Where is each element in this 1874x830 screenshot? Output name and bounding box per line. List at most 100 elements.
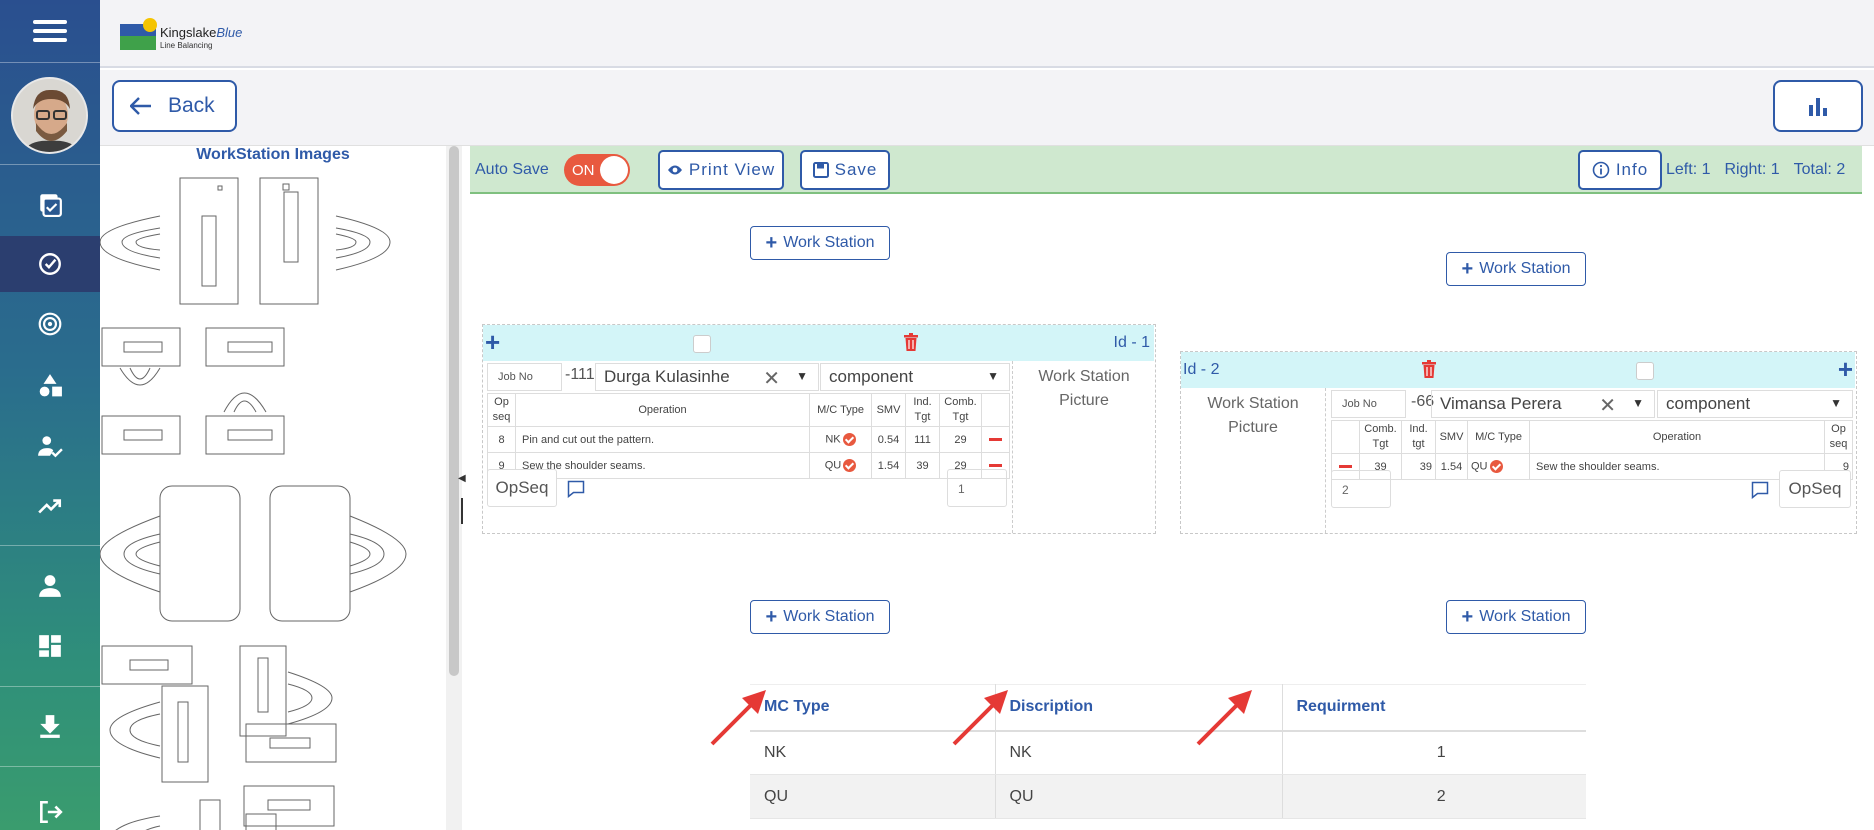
job-no-input[interactable]: Job No [487,363,562,391]
comment-icon[interactable] [1751,481,1769,499]
sidebar-item-clipboard[interactable] [0,176,100,232]
top-bar: KingslakeBlue Line Balancing [100,0,1874,68]
station-id: Id - 2 [1183,361,1220,378]
add-work-station-button[interactable]: + Work Station [750,226,890,260]
col-header-requirement: Requirment [1282,684,1586,732]
add-operation-icon[interactable]: + [485,327,500,358]
sidebar-item-download[interactable] [0,698,100,754]
check-icon[interactable] [842,433,856,446]
right-count: Right: 1 [1724,161,1780,178]
dropdown-icon[interactable]: ▼ [987,369,999,383]
opseq-button[interactable]: OpSeq [487,469,557,507]
annotation-arrow-icon [1196,690,1252,746]
select-checkbox[interactable] [693,335,711,353]
add-work-station-button[interactable]: + Work Station [1446,252,1586,286]
select-checkbox[interactable] [1636,362,1654,380]
remove-icon[interactable] [989,438,1002,441]
table-row[interactable]: 9 Sew the shoulder seams. QU 1.54 39 29 [487,452,1010,479]
floppy-icon [812,162,829,178]
operator-select[interactable]: Durga Kulasinhe ✕ ▼ [595,363,819,391]
clear-icon[interactable]: ✕ [763,366,780,391]
app-logo: KingslakeBlue Line Balancing [120,18,250,52]
table-row[interactable]: 8 Pin and cut out the pattern. NK 0.54 111… [487,426,1010,453]
dropdown-icon[interactable]: ▼ [1830,396,1842,410]
card-header: Id - 2 + [1181,352,1855,388]
annotation-arrow-icon [952,690,1008,746]
sidebar-item-dashboard[interactable] [0,618,100,674]
table-row[interactable]: 39 39 1.54 QU Sew the shoulder seams. 9 [1331,453,1853,480]
trash-icon[interactable] [903,333,919,351]
workstation-picture[interactable]: Work Station Picture [1181,388,1326,533]
plus-icon: + [1461,605,1474,628]
add-work-station-button[interactable]: + Work Station [750,600,890,634]
workstation-image-1 [100,177,391,305]
trash-icon[interactable] [1421,360,1437,378]
count-input[interactable]: 1 [947,469,1007,507]
info-icon [1592,161,1610,179]
target-icon [38,312,62,336]
action-bar: Back [100,70,1874,146]
comment-icon[interactable] [567,480,585,498]
component-select[interactable]: component ▼ [820,363,1010,391]
sidebar-item-check[interactable] [0,236,100,292]
auto-save-toggle[interactable]: ON [564,154,630,186]
info-button[interactable]: Info [1578,150,1662,190]
remove-icon[interactable] [1339,465,1352,468]
print-view-button[interactable]: Print View [658,150,784,190]
sidebar-item-trending[interactable] [0,478,100,534]
sidebar-item-shapes[interactable] [0,357,100,413]
table-row: QU QU 2 [750,774,1586,819]
arrow-left-icon [130,97,151,115]
main-content: Auto Save ON Print View Save Info Left: … [470,146,1874,830]
clear-icon[interactable]: ✕ [1599,393,1616,418]
avatar[interactable] [11,77,88,154]
station-id: Id - 1 [1113,334,1150,351]
check-icon[interactable] [1489,460,1503,473]
plus-icon: + [1461,257,1474,280]
save-button[interactable]: Save [800,150,890,190]
app-root: KingslakeBlue Line Balancing Back WorkSt… [0,0,1874,830]
job-suffix: -111 [565,366,595,383]
dropdown-icon[interactable]: ▼ [1632,396,1644,410]
menu-icon[interactable] [0,0,100,62]
left-count: Left: 1 [1666,161,1711,178]
workstation-picture[interactable]: Work Station Picture [1012,361,1155,533]
component-select[interactable]: component ▼ [1657,390,1853,418]
back-button[interactable]: Back [112,80,237,132]
auto-save-label: Auto Save [475,161,549,178]
check-circle-icon [39,253,61,275]
job-no-input[interactable]: Job No [1331,390,1406,418]
logout-icon [40,800,63,824]
add-work-station-button[interactable]: + Work Station [1446,600,1586,634]
workstation-image-4 [101,645,337,783]
sidebar-item-target[interactable] [0,296,100,352]
workstation-image-5 [115,785,335,830]
opseq-button[interactable]: OpSeq [1779,470,1851,508]
workstation-image-3 [100,485,407,622]
operator-select[interactable]: Vimansa Perera ✕ ▼ [1431,390,1655,418]
scrollbar-thumb[interactable] [449,146,459,676]
check-icon[interactable] [843,459,857,472]
workstation-image-list[interactable] [100,146,446,830]
dropdown-icon[interactable]: ▼ [796,369,808,383]
mc-requirement-table: MC Type Discription Requirment NK NK 1 QU Q… [750,684,1586,819]
table-row: NK NK 1 [750,730,1586,775]
user-icon [39,575,61,597]
chart-button[interactable] [1773,80,1863,132]
dashboard-icon [39,635,61,657]
remove-icon[interactable] [989,464,1002,467]
clipboard-check-icon [40,194,62,217]
sidebar-item-user[interactable] [0,558,100,614]
count-input[interactable]: 2 [1331,470,1391,508]
sidebar-item-user-check[interactable] [0,418,100,474]
operations-table: Op seq Operation M/C Type SMV Ind. Tgt C… [487,393,1010,479]
operations-table: Comb. Tgt Ind. tgt SMV M/C Type Operatio… [1331,420,1853,480]
collapse-arrow-icon[interactable]: ◀ [458,473,466,484]
user-check-icon [38,436,63,458]
trending-up-icon [38,499,62,514]
add-operation-icon[interactable]: + [1838,354,1853,385]
download-icon [40,715,60,738]
resize-handle[interactable] [461,498,463,524]
sidebar-item-logout[interactable] [0,784,100,830]
panel-splitter[interactable] [446,146,462,830]
